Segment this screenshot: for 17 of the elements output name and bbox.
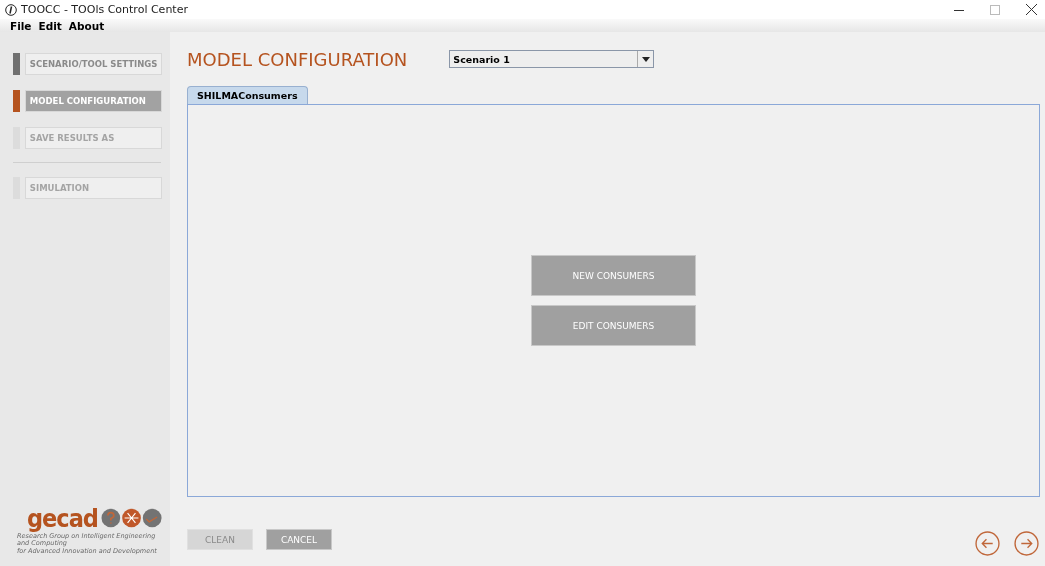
window-title: TOOCC - TOOls Control Center bbox=[21, 3, 188, 16]
menu-item[interactable]: Edit bbox=[38, 19, 62, 32]
page-title: MODEL CONFIGURATION bbox=[187, 48, 408, 70]
sidebar-item[interactable]: SCENARIO/TOOL SETTINGS bbox=[24, 53, 162, 75]
app-icon bbox=[5, 3, 17, 16]
panel-button[interactable]: NEW CONSUMERS bbox=[531, 255, 696, 296]
close-icon[interactable] bbox=[1026, 4, 1037, 15]
scenario-dropdown[interactable]: Scenario 1 bbox=[449, 50, 655, 68]
sidebar-item[interactable]: MODEL CONFIGURATION bbox=[24, 90, 162, 112]
cancel-button[interactable]: CANCEL bbox=[266, 529, 332, 550]
logo-icon bbox=[100, 508, 162, 529]
panel-button[interactable]: EDIT CONSUMERS bbox=[531, 305, 696, 346]
tab[interactable]: SHILMAConsumers bbox=[187, 86, 308, 104]
logo-wordmark: gecad bbox=[27, 505, 98, 531]
menu-item[interactable]: About bbox=[68, 19, 105, 32]
menu-item[interactable]: File bbox=[10, 19, 32, 32]
caret-icon[interactable] bbox=[641, 56, 650, 62]
